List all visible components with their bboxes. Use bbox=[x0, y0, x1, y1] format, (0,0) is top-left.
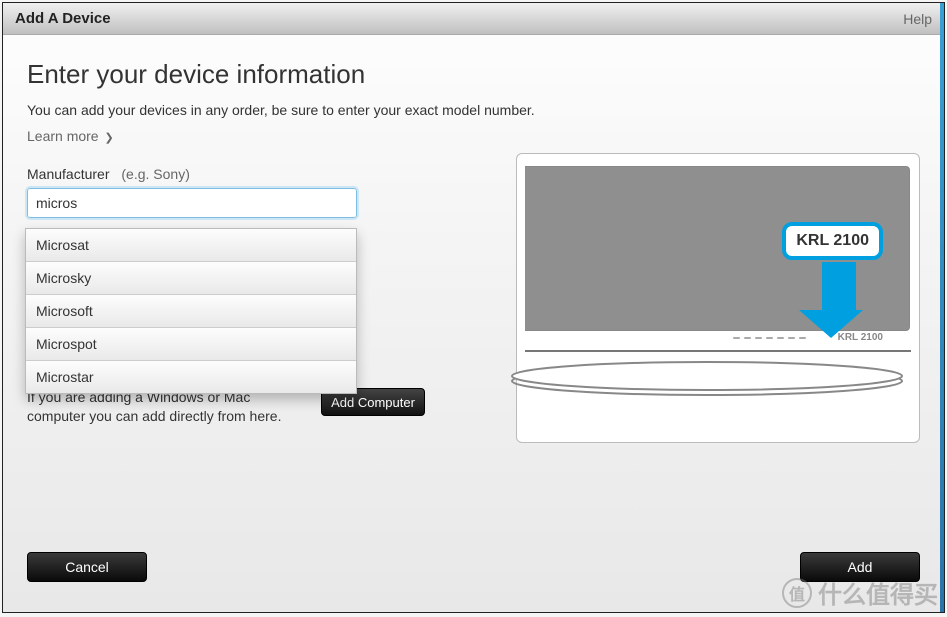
add-device-window: Add A Device Help Enter your device info… bbox=[2, 2, 945, 613]
page-heading: Enter your device information bbox=[27, 59, 920, 90]
add-computer-label: Add Computer bbox=[331, 395, 415, 410]
titlebar: Add A Device Help bbox=[3, 3, 944, 35]
cancel-button[interactable]: Cancel bbox=[27, 552, 147, 582]
suggestion-item[interactable]: Microsoft bbox=[26, 295, 356, 328]
form-left-column: Manufacturer (e.g. Sony) bbox=[27, 166, 467, 218]
watermark-text: 什么值得买 bbox=[818, 575, 938, 610]
manufacturer-input[interactable] bbox=[27, 188, 357, 218]
content-area: Enter your device information You can ad… bbox=[3, 35, 944, 540]
manufacturer-suggestions-dropdown: Microsat Microsky Microsoft Microspot Mi… bbox=[25, 228, 357, 394]
page-subtext: You can add your devices in any order, b… bbox=[27, 102, 920, 118]
arrow-down-icon bbox=[814, 262, 863, 338]
suggestion-item[interactable]: Microspot bbox=[26, 328, 356, 361]
tv-indicator-dots bbox=[733, 337, 806, 339]
add-label: Add bbox=[848, 559, 873, 575]
window-title: Add A Device bbox=[15, 10, 111, 27]
manufacturer-label: Manufacturer bbox=[27, 166, 109, 182]
manufacturer-hint: (e.g. Sony) bbox=[121, 166, 189, 182]
watermark: 值 什么值得买 bbox=[782, 575, 938, 610]
cancel-label: Cancel bbox=[65, 559, 109, 575]
suggestion-item[interactable]: Microsat bbox=[26, 229, 356, 262]
help-link[interactable]: Help bbox=[903, 11, 932, 27]
model-callout: KRL 2100 bbox=[782, 222, 883, 260]
suggestion-item[interactable]: Microstar bbox=[26, 361, 356, 393]
learn-more-link[interactable]: Learn more ❯ bbox=[27, 128, 114, 144]
learn-more-label: Learn more bbox=[27, 128, 99, 144]
watermark-circle-icon: 值 bbox=[782, 578, 812, 608]
manufacturer-label-row: Manufacturer (e.g. Sony) bbox=[27, 166, 467, 182]
tv-stand bbox=[507, 356, 907, 406]
chevron-right-icon: ❯ bbox=[104, 132, 113, 144]
suggestion-item[interactable]: Microsky bbox=[26, 262, 356, 295]
device-illustration: KRL 2100 KRL 2100 bbox=[516, 153, 920, 443]
